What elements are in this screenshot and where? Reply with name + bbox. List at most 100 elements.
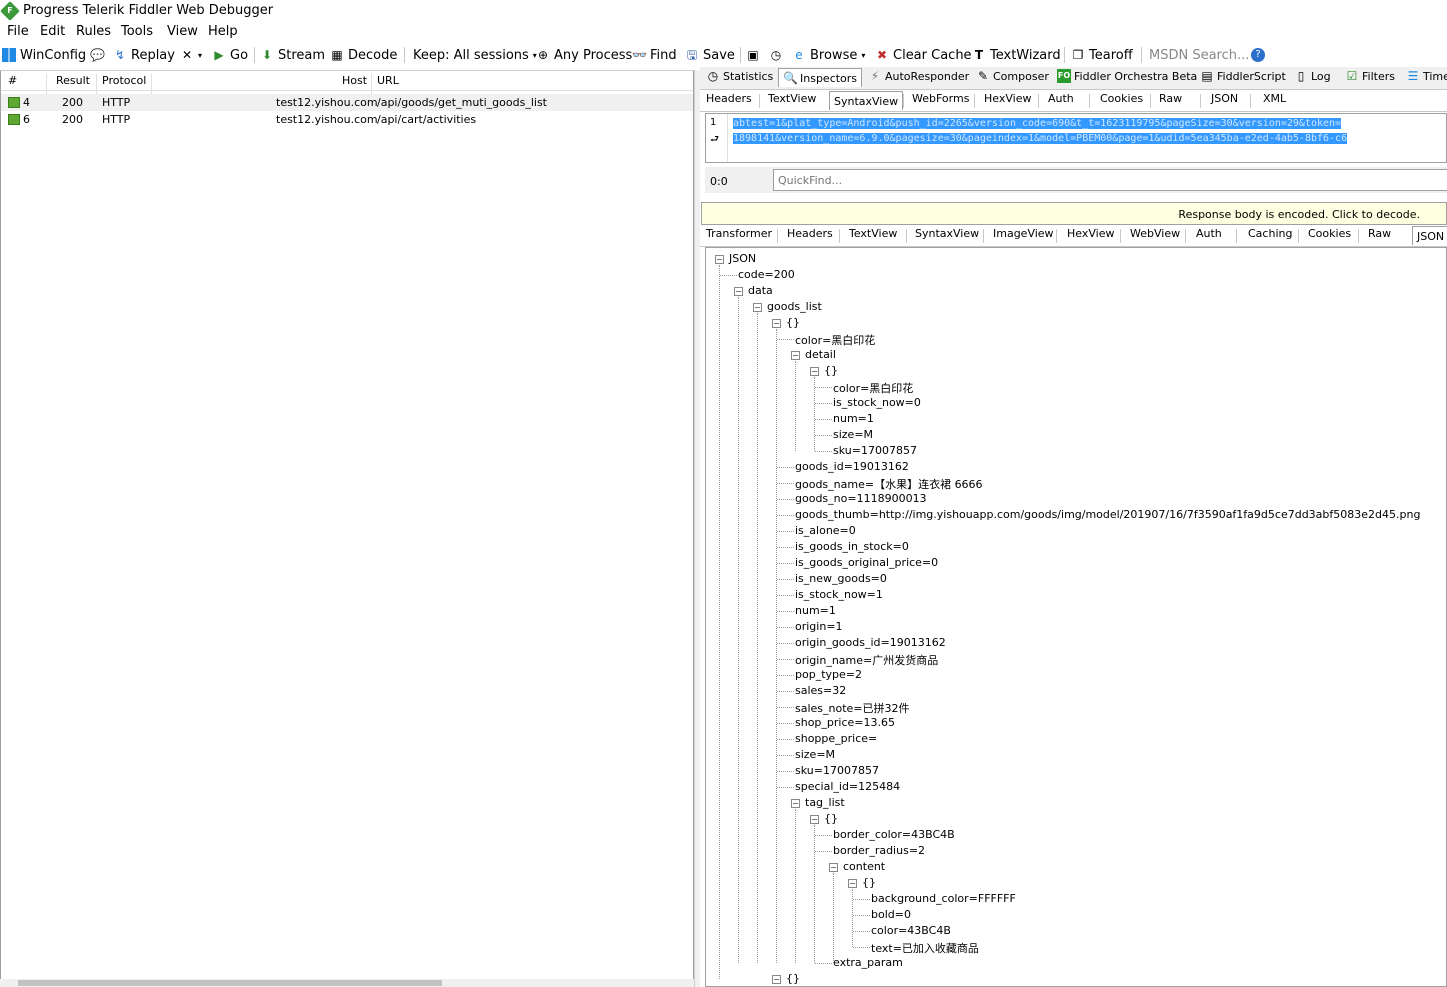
collapse-icon[interactable]: − — [734, 287, 743, 296]
any-process-button[interactable]: ⊕ Any Process — [536, 46, 632, 64]
tree-node[interactable]: is_stock_now=0 — [833, 396, 921, 409]
horizontal-scrollbar[interactable] — [0, 979, 694, 987]
resp-tab-headers[interactable]: Headers — [787, 227, 833, 240]
tree-node[interactable]: text=已加入收藏商品 — [871, 940, 979, 956]
resp-tab-hexview[interactable]: HexView — [1067, 227, 1114, 240]
replay-button[interactable]: ↯ Replay — [113, 46, 175, 64]
json-tree-view[interactable]: − JSON code=200− data − goods_list −{} color=黑白… — [705, 247, 1447, 987]
tree-node[interactable]: color=黑白印花 — [833, 380, 913, 396]
tab-autoresponder[interactable]: ⚡ AutoResponder — [868, 69, 969, 83]
timer-button[interactable]: ◷ — [769, 46, 783, 64]
tree-node[interactable]: sales=32 — [795, 684, 846, 697]
collapse-icon[interactable]: − — [772, 975, 781, 984]
tree-node[interactable]: special_id=125484 — [795, 780, 900, 793]
msdn-search-field[interactable]: MSDN Search... — [1149, 46, 1249, 64]
resp-tab-webview[interactable]: WebView — [1130, 227, 1180, 240]
tree-node[interactable]: goods_list — [767, 300, 822, 313]
tree-node[interactable]: origin_goods_id=19013162 — [795, 636, 946, 649]
req-tab-auth[interactable]: Auth — [1048, 92, 1074, 105]
keep-sessions-dropdown[interactable]: Keep: All sessions ▾ — [413, 46, 537, 64]
req-tab-cookies[interactable]: Cookies — [1100, 92, 1143, 105]
tab-fiddlerscript[interactable]: ▤ FiddlerScript — [1200, 69, 1285, 83]
req-tab-hexview[interactable]: HexView — [984, 92, 1031, 105]
tree-node[interactable]: is_new_goods=0 — [795, 572, 887, 585]
menu-file[interactable]: File — [7, 24, 29, 39]
winconfig-button[interactable]: WinConfig — [2, 46, 86, 64]
menu-view[interactable]: View — [167, 24, 198, 39]
tree-node[interactable]: shop_price=13.65 — [795, 716, 895, 729]
tree-node[interactable]: pop_type=2 — [795, 668, 862, 681]
tree-node[interactable]: content — [843, 860, 885, 873]
tree-node[interactable]: border_color=43BC4B — [833, 828, 955, 841]
column-url[interactable]: URL — [377, 74, 399, 87]
resp-tab-raw[interactable]: Raw — [1368, 227, 1391, 240]
decode-notice-bar[interactable]: Response body is encoded. Click to decod… — [701, 202, 1447, 225]
resp-tab-caching[interactable]: Caching — [1248, 227, 1292, 240]
help-button[interactable]: ? — [1251, 46, 1265, 64]
column-number[interactable]: # — [8, 74, 17, 87]
table-row[interactable]: 4 200 HTTP test12.yishou.com /api/goods/… — [1, 94, 693, 111]
tree-node[interactable]: {} — [824, 364, 838, 377]
sessions-list[interactable]: # Result Protocol Host URL 4 200 HTTP te… — [0, 70, 694, 987]
tree-node[interactable]: bold=0 — [871, 908, 911, 921]
tree-node[interactable]: sales_note=已拼32件 — [795, 700, 910, 716]
tree-node[interactable]: {} — [786, 972, 800, 985]
tree-node[interactable]: {} — [862, 876, 876, 889]
tearoff-button[interactable]: ❐ Tearoff — [1071, 46, 1133, 64]
decode-button[interactable]: ▦ Decode — [330, 46, 397, 64]
collapse-icon[interactable]: − — [791, 799, 800, 808]
collapse-icon[interactable]: − — [810, 815, 819, 824]
tree-node[interactable]: shoppe_price= — [795, 732, 877, 745]
browse-button[interactable]: e Browse ▾ — [792, 46, 865, 64]
menu-help[interactable]: Help — [208, 24, 238, 39]
collapse-icon[interactable]: − — [753, 303, 762, 312]
tree-node[interactable]: is_goods_in_stock=0 — [795, 540, 909, 553]
resp-tab-cookies[interactable]: Cookies — [1308, 227, 1351, 240]
tree-node[interactable]: background_color=FFFFFF — [871, 892, 1016, 905]
request-body-text[interactable]: abtest=1&plat_type=Android&push_id=2265&… — [733, 116, 1447, 146]
tree-node[interactable]: size=M — [795, 748, 835, 761]
go-button[interactable]: ▶ Go — [212, 46, 248, 64]
resp-tab-imageview[interactable]: ImageView — [993, 227, 1054, 240]
clear-cache-button[interactable]: ✖ Clear Cache — [875, 46, 972, 64]
tree-node[interactable]: is_stock_now=1 — [795, 588, 883, 601]
tab-inspectors[interactable]: 🔍 Inspectors — [778, 68, 863, 87]
tree-node[interactable]: num=1 — [833, 412, 874, 425]
req-tab-headers[interactable]: Headers — [706, 92, 752, 105]
menu-rules[interactable]: Rules — [76, 24, 111, 39]
tree-node[interactable]: origin_name=广州发货商品 — [795, 652, 938, 668]
column-protocol[interactable]: Protocol — [102, 74, 146, 87]
collapse-icon[interactable]: − — [810, 367, 819, 376]
tree-node[interactable]: size=M — [833, 428, 873, 441]
tab-timeline[interactable]: ☰ Time — [1406, 69, 1447, 83]
tree-node[interactable]: goods_name=【水果】连衣裙 6666 — [795, 476, 983, 492]
tree-node[interactable]: goods_thumb=http://img.yishouapp.com/goo… — [795, 508, 1420, 521]
find-button[interactable]: 👓 Find — [632, 46, 677, 64]
scrollbar-thumb[interactable] — [18, 980, 442, 986]
resp-tab-auth[interactable]: Auth — [1196, 227, 1222, 240]
tab-statistics[interactable]: ◷ Statistics — [706, 69, 774, 83]
tree-node[interactable]: JSON — [729, 252, 756, 265]
comment-button[interactable]: 💬 — [90, 46, 105, 64]
collapse-icon[interactable]: − — [715, 255, 724, 264]
tree-node[interactable]: {} — [824, 812, 838, 825]
tree-node[interactable]: tag_list — [805, 796, 845, 809]
req-tab-json[interactable]: JSON — [1211, 92, 1238, 105]
tab-orchestra[interactable]: FO Fiddler Orchestra Beta — [1057, 69, 1197, 83]
stream-button[interactable]: ⬇ Stream — [260, 46, 325, 64]
tree-node[interactable]: is_alone=0 — [795, 524, 856, 537]
resp-tab-textview[interactable]: TextView — [849, 227, 897, 240]
resp-tab-transformer[interactable]: Transformer — [706, 227, 772, 240]
quickfind-input[interactable] — [773, 169, 1447, 191]
req-tab-xml[interactable]: XML — [1263, 92, 1286, 105]
remove-button[interactable]: ✕ ▾ — [180, 46, 202, 64]
tree-node[interactable]: num=1 — [795, 604, 836, 617]
request-body-editor[interactable]: 1 ⮐ abtest=1&plat_type=Android&push_id=2… — [705, 113, 1447, 163]
save-button[interactable]: 🖫 Save — [685, 46, 735, 64]
tree-node[interactable]: color=43BC4B — [871, 924, 951, 937]
tree-node[interactable]: color=黑白印花 — [795, 332, 875, 348]
collapse-icon[interactable]: − — [829, 863, 838, 872]
tree-node[interactable]: {} — [786, 316, 800, 329]
collapse-icon[interactable]: − — [772, 319, 781, 328]
menu-edit[interactable]: Edit — [40, 24, 65, 39]
